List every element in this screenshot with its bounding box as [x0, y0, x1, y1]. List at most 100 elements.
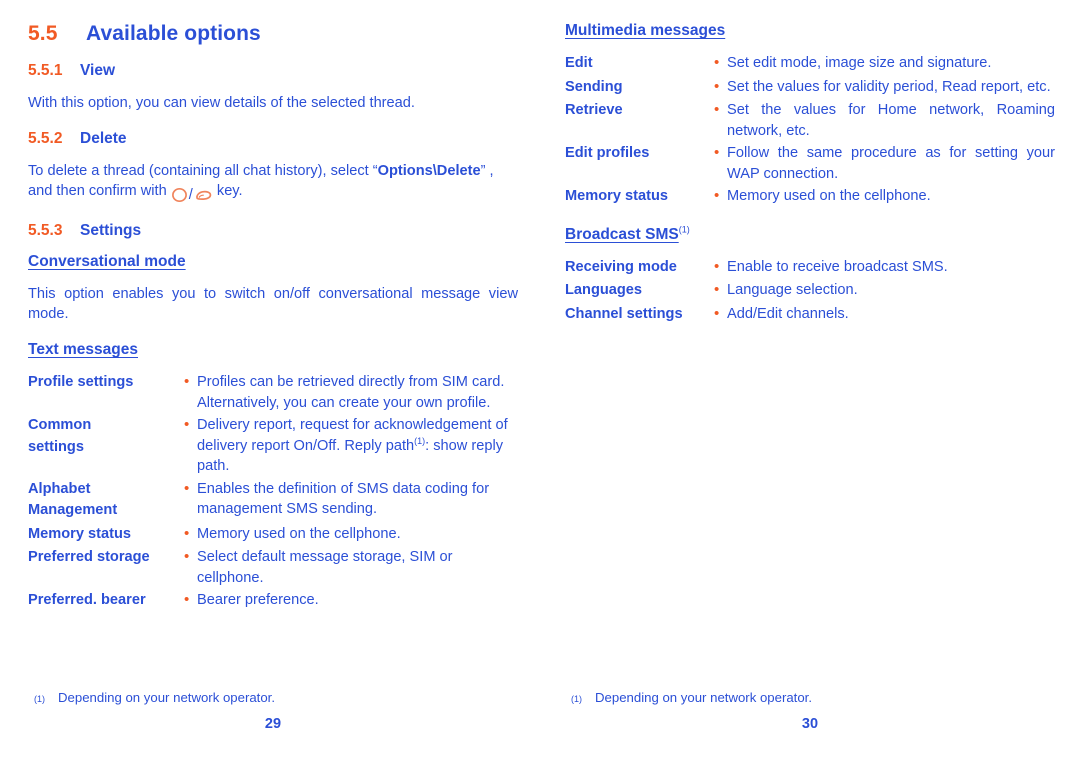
option-term: Edit profiles: [565, 145, 650, 161]
broadcast-sms-options-table: Receiving mode • Enable to receive broad…: [565, 257, 1055, 328]
option-description: • Bearer preference.: [184, 590, 518, 614]
heading-conversational-mode: Conversational mode: [28, 253, 186, 270]
option-description: • Memory used on the cellphone.: [714, 186, 1055, 210]
option-description-line: delivery report On/Off. Reply path(1): s…: [197, 436, 518, 457]
table-row: Profile settings • Profiles can be retri…: [28, 372, 518, 415]
back-key-icon: [194, 187, 213, 203]
bullet-icon: •: [714, 187, 720, 204]
option-description: • Set the values for Home network, Roami…: [714, 100, 1055, 143]
multimedia-messages-options-table: Edit • Set edit mode, image size and sig…: [565, 53, 1055, 210]
option-description: • Delivery report, request for acknowled…: [184, 415, 518, 479]
table-row: Edit profiles • Follow the same procedur…: [565, 143, 1055, 186]
bullet-icon: •: [184, 373, 190, 390]
table-row: Edit • Set edit mode, image size and sig…: [565, 53, 1055, 77]
option-description-text-after: : show reply: [425, 437, 503, 454]
table-row: Sending • Set the values for validity pe…: [565, 77, 1055, 101]
left-page-content: 5.5 Available options 5.5.1 View With th…: [28, 22, 518, 630]
option-description-line: Follow the same procedure as for setting…: [727, 145, 1055, 161]
option-description-line: Profiles can be retrieved directly from …: [197, 374, 505, 390]
bullet-icon: •: [714, 304, 720, 322]
option-term: Alphabet Management: [28, 480, 118, 519]
heading-multimedia-messages-wrap: Multimedia messages: [565, 22, 1055, 47]
left-page-number: 29: [264, 716, 282, 732]
confirm-keys-group: /: [171, 185, 213, 205]
bullet-icon: •: [184, 548, 190, 565]
option-term: Common settings: [28, 417, 92, 455]
option-term: Edit: [565, 55, 593, 71]
option-description-line: path.: [197, 458, 230, 474]
bullet-icon: •: [714, 257, 720, 275]
section-heading-available-options: 5.5 Available options: [28, 22, 518, 46]
conversational-mode-paragraph: This option enables you to switch on/off…: [28, 286, 518, 322]
option-description-line: Enable to receive broadcast SMS.: [727, 258, 948, 275]
table-row: Receiving mode • Enable to receive broad…: [565, 257, 1055, 281]
option-description-line: Set edit mode, image size and signature.: [727, 55, 992, 71]
heading-multimedia-messages: Multimedia messages: [565, 22, 726, 39]
option-term: Sending: [565, 78, 623, 95]
option-description: • Profiles can be retrieved directly fro…: [184, 372, 518, 415]
subsection-number-settings: 5.5.3: [28, 222, 63, 239]
text-messages-options-table: Profile settings • Profiles can be retri…: [28, 372, 518, 614]
bullet-icon: •: [184, 416, 190, 433]
table-row: Channel settings • Add/Edit channels.: [565, 304, 1055, 328]
option-description-line: Set the values for Home network, Roaming: [727, 102, 1055, 118]
subsection-heading-view: 5.5.1 View: [28, 62, 518, 80]
option-term: Receiving mode: [565, 258, 677, 275]
option-term: Retrieve: [565, 102, 623, 118]
bullet-icon: •: [184, 479, 190, 497]
subsection-title-view: View: [80, 62, 116, 79]
right-page-column: Multimedia messages Edit • Set edit mode…: [565, 0, 1065, 767]
option-term: Profile settings: [28, 374, 134, 390]
option-description-line: Delivery report, request for acknowledge…: [197, 417, 508, 433]
option-description: • Select default message storage, SIM or…: [184, 547, 518, 590]
table-row: Alphabet Management • Enables the definit…: [28, 479, 518, 524]
bullet-icon: •: [714, 101, 720, 118]
bullet-icon: •: [714, 144, 720, 161]
bullet-icon: •: [184, 524, 190, 542]
bullet-icon: •: [714, 281, 720, 298]
footnote-marker: (1): [571, 694, 582, 704]
left-page-footnote: (1) Depending on your network operator.: [28, 690, 518, 705]
subsection-title-delete: Delete: [80, 130, 127, 147]
option-description-line: Bearer preference.: [197, 592, 319, 608]
right-page-number: 30: [801, 716, 819, 732]
section-title: Available options: [86, 22, 261, 45]
option-term: Preferred. bearer: [28, 592, 146, 608]
heading-text-messages: Text messages: [28, 341, 138, 358]
option-term: Preferred storage: [28, 549, 150, 565]
heading-conversational-mode-wrap: Conversational mode: [28, 253, 518, 278]
footnote-marker: (1): [34, 694, 45, 704]
table-row: Preferred storage • Select default messa…: [28, 547, 518, 590]
option-description: • Set edit mode, image size and signatur…: [714, 53, 1055, 77]
table-row: Memory status • Memory used on the cellp…: [565, 186, 1055, 210]
option-description: • Follow the same procedure as for setti…: [714, 143, 1055, 186]
manual-page-spread: 5.5 Available options 5.5.1 View With th…: [0, 0, 1080, 767]
option-description-line: management SMS sending.: [197, 501, 378, 517]
right-page-footnote: (1) Depending on your network operator.: [565, 690, 1055, 705]
option-description-line: Add/Edit channels.: [727, 305, 849, 322]
subsection-number-view: 5.5.1: [28, 62, 63, 79]
option-description: • Enable to receive broadcast SMS.: [714, 257, 1055, 281]
option-description: • Enables the definition of SMS data cod…: [184, 479, 518, 524]
table-row: Languages • Language selection.: [565, 280, 1055, 304]
right-page-content: Multimedia messages Edit • Set edit mode…: [565, 22, 1055, 343]
option-description-text-before: delivery report On/Off. Reply path: [197, 437, 415, 454]
bullet-icon: •: [714, 54, 720, 71]
option-description-line: Memory used on the cellphone.: [727, 188, 931, 204]
ok-key-icon: [171, 187, 188, 203]
footnote-text: Depending on your network operator.: [595, 690, 813, 705]
table-row: Memory status • Memory used on the cellp…: [28, 524, 518, 548]
table-row: Retrieve • Set the values for Home netwo…: [565, 100, 1055, 143]
option-description-line: Memory used on the cellphone.: [197, 525, 401, 542]
delete-paragraph-part1: To delete a thread (containing all chat …: [28, 163, 378, 179]
table-row: Preferred. bearer • Bearer preference.: [28, 590, 518, 614]
option-description: • Add/Edit channels.: [714, 304, 1055, 328]
bullet-icon: •: [184, 591, 190, 608]
view-paragraph: With this option, you can view details o…: [28, 95, 415, 111]
subsection-heading-delete: 5.5.2 Delete: [28, 130, 518, 148]
option-description: • Language selection.: [714, 280, 1055, 304]
table-row: Common settings • Delivery report, reques…: [28, 415, 518, 479]
subsection-number-delete: 5.5.2: [28, 130, 63, 147]
subsection-heading-settings: 5.5.3 Settings: [28, 222, 518, 240]
option-description-line: WAP connection.: [727, 165, 839, 182]
